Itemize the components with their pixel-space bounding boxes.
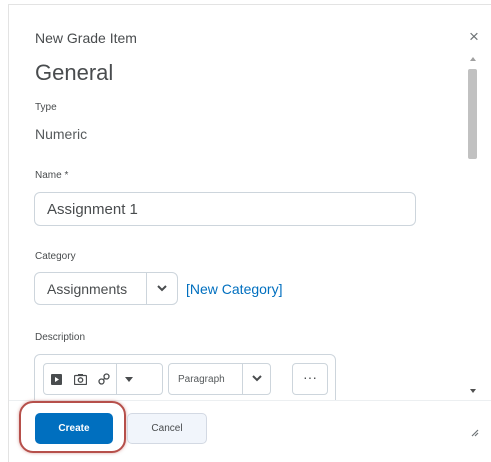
category-label: Category xyxy=(35,251,76,262)
paragraph-format-value: Paragraph xyxy=(178,373,225,385)
dialog-content: General Type Numeric Name * Assignment 1… xyxy=(9,52,461,400)
new-grade-item-dialog: New Grade Item × General Type Numeric Na… xyxy=(0,0,491,462)
scrollbar[interactable] xyxy=(466,55,480,400)
chevron-down-icon xyxy=(242,364,270,394)
chevron-down-icon xyxy=(147,283,177,295)
link-icon[interactable] xyxy=(92,364,116,394)
image-icon[interactable] xyxy=(68,364,92,394)
scroll-down-icon[interactable] xyxy=(466,389,480,399)
more-icon[interactable]: ··· xyxy=(292,363,328,395)
new-category-link[interactable]: [New Category] xyxy=(186,281,282,297)
description-editor[interactable]: Paragraph ··· xyxy=(34,354,336,400)
video-icon[interactable] xyxy=(44,364,68,394)
create-button[interactable]: Create xyxy=(35,413,113,444)
description-label: Description xyxy=(35,332,86,343)
type-label: Type xyxy=(35,102,57,113)
name-input[interactable]: Assignment 1 xyxy=(34,192,416,226)
chevron-down-icon[interactable] xyxy=(117,364,141,394)
scroll-up-icon[interactable] xyxy=(466,57,480,67)
resize-icon[interactable] xyxy=(470,428,479,440)
dialog-title: New Grade Item xyxy=(35,30,137,46)
section-title: General xyxy=(35,60,114,85)
paragraph-format-select[interactable]: Paragraph xyxy=(168,363,271,395)
cancel-button[interactable]: Cancel xyxy=(127,413,207,444)
category-select[interactable]: Assignments xyxy=(34,272,178,305)
scrollbar-thumb[interactable] xyxy=(468,69,477,159)
category-select-value: Assignments xyxy=(47,280,128,297)
type-value: Numeric xyxy=(35,126,88,142)
close-icon[interactable]: × xyxy=(466,28,482,46)
name-label: Name * xyxy=(35,170,69,181)
dialog-border xyxy=(8,4,491,5)
insert-toolbar-group xyxy=(43,363,163,395)
